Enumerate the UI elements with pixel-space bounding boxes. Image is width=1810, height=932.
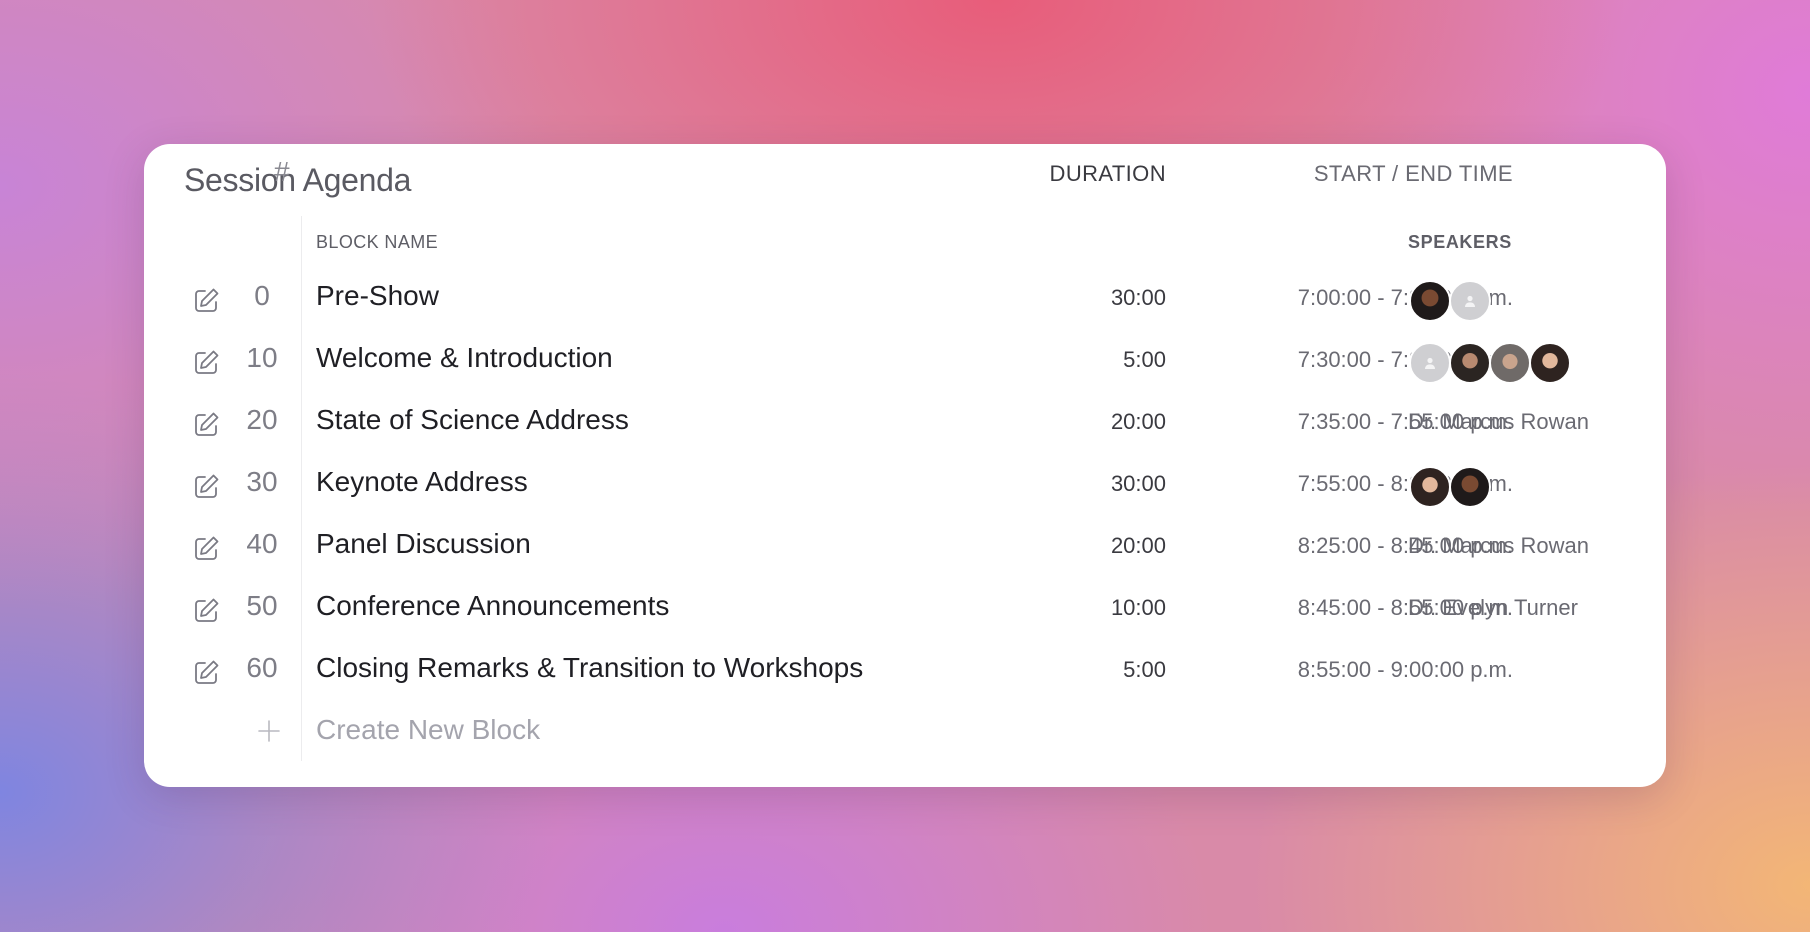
edit-icon[interactable] xyxy=(192,657,222,687)
session-agenda-card: Session Agenda # BLOCK NAME DURATION STA… xyxy=(144,144,1666,787)
header-block-name: BLOCK NAME xyxy=(316,232,439,252)
block-name[interactable]: Conference Announcements xyxy=(316,590,669,622)
block-number: 50 xyxy=(246,590,278,621)
plus-icon[interactable] xyxy=(256,718,282,744)
person-icon xyxy=(1465,295,1475,307)
block-name[interactable]: Keynote Address xyxy=(316,466,528,498)
edit-icon[interactable] xyxy=(192,533,222,563)
edit-icon[interactable] xyxy=(192,347,222,377)
block-name[interactable]: Panel Discussion xyxy=(316,528,531,560)
create-new-block-row[interactable]: Create New Block xyxy=(144,702,1666,764)
speaker-name: Dr. Evelyn Turner xyxy=(1408,595,1578,620)
avatar[interactable] xyxy=(1529,342,1571,384)
avatar-placeholder[interactable] xyxy=(1409,342,1451,384)
header-duration: DURATION xyxy=(1049,161,1166,186)
avatar[interactable] xyxy=(1449,466,1491,508)
block-time-range: 8:55:00 - 9:00:00 p.m. xyxy=(1297,657,1513,682)
block-number: 0 xyxy=(254,280,270,311)
person-icon xyxy=(1425,357,1435,369)
avatar[interactable] xyxy=(1409,280,1451,322)
block-duration: 5:00 xyxy=(1123,347,1166,372)
block-name[interactable]: Welcome & Introduction xyxy=(316,342,613,374)
avatar[interactable] xyxy=(1449,342,1491,384)
agenda-row[interactable]: 50 Conference Announcements 10:00 8:45:00 -… xyxy=(144,578,1666,640)
block-number: 20 xyxy=(246,404,278,435)
block-number: 10 xyxy=(246,342,278,373)
block-name[interactable]: State of Science Address xyxy=(316,404,629,436)
block-duration: 30:00 xyxy=(1110,471,1166,496)
block-number: 60 xyxy=(246,652,278,683)
agenda-row[interactable]: 20 State of Science Address 20:00 7:35:00 -… xyxy=(144,392,1666,454)
speaker-name: Dr. Marcus Rowan xyxy=(1408,409,1589,434)
block-duration: 20:00 xyxy=(1110,409,1166,434)
agenda-row[interactable]: 40 Panel Discussion 20:00 8:25:00 - 8:45:00… xyxy=(144,516,1666,578)
agenda-row[interactable]: 0 Pre-Show 30:00 7:00:00 - 7:30:00 p.m. xyxy=(144,268,1666,330)
speaker-avatars xyxy=(1409,466,1491,508)
agenda-row[interactable]: 10 Welcome & Introduction 5:00 7:30:00 - 7:… xyxy=(144,330,1666,392)
edit-icon[interactable] xyxy=(192,409,222,439)
block-duration: 30:00 xyxy=(1110,285,1166,310)
block-name[interactable]: Closing Remarks & Transition to Workshop… xyxy=(316,652,863,684)
avatar[interactable] xyxy=(1409,466,1451,508)
speaker-avatars xyxy=(1409,342,1571,384)
block-duration: 20:00 xyxy=(1110,533,1166,558)
speaker-avatars xyxy=(1409,280,1491,322)
edit-icon[interactable] xyxy=(192,595,222,625)
edit-icon[interactable] xyxy=(192,471,222,501)
header-speakers: SPEAKERS xyxy=(1408,232,1512,252)
block-duration: 10:00 xyxy=(1110,595,1166,620)
agenda-row[interactable]: 60 Closing Remarks & Transition to Worksh… xyxy=(144,640,1666,702)
block-number: 30 xyxy=(246,466,278,497)
speaker-name: Dr. Marcus Rowan xyxy=(1408,533,1589,558)
block-name[interactable]: Pre-Show xyxy=(316,280,439,312)
header-number: # xyxy=(274,156,290,187)
avatar[interactable] xyxy=(1489,342,1531,384)
block-number: 40 xyxy=(246,528,278,559)
block-duration: 5:00 xyxy=(1123,657,1166,682)
edit-icon[interactable] xyxy=(192,285,222,315)
header-start-end-time: START / END TIME xyxy=(1313,161,1513,186)
agenda-row[interactable]: 30 Keynote Address 30:00 7:55:00 - 8:25:00 … xyxy=(144,454,1666,516)
create-new-block-label[interactable]: Create New Block xyxy=(316,714,540,746)
avatar-placeholder[interactable] xyxy=(1449,280,1491,322)
